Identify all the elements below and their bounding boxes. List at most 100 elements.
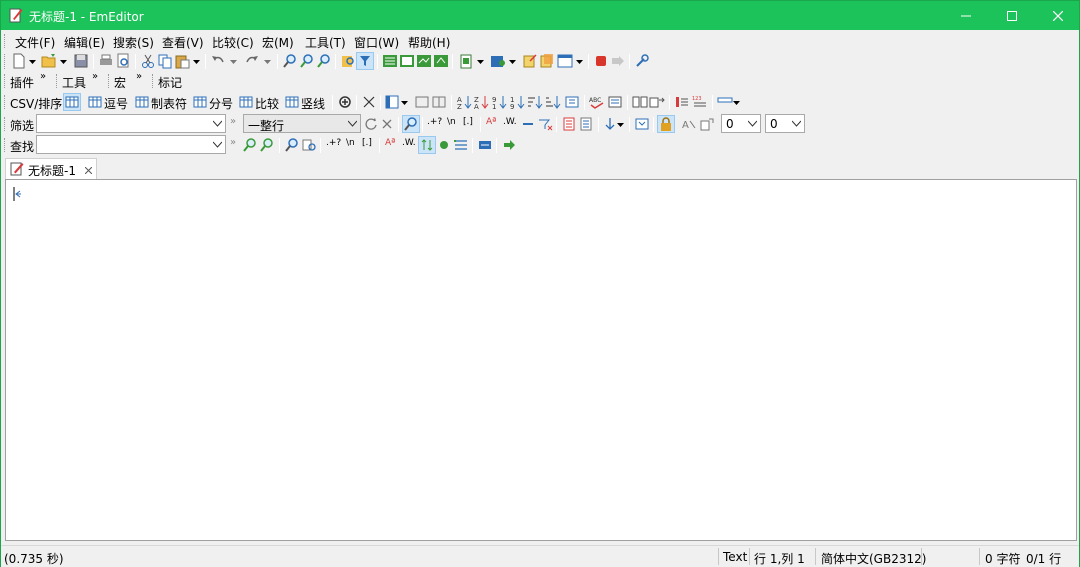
match-case-icon[interactable]: Aª	[385, 138, 395, 148]
menu-search[interactable]: 搜索(S)	[113, 34, 154, 51]
add-column-icon[interactable]	[337, 94, 353, 110]
chevron-down-icon[interactable]	[792, 120, 801, 128]
escape-sequence-icon[interactable]: \n	[346, 138, 355, 148]
toolbar-grip[interactable]	[56, 74, 59, 88]
delete-column-icon[interactable]	[361, 94, 377, 110]
toolbar-grip[interactable]	[4, 54, 7, 69]
spell-check-icon[interactable]: ABC	[589, 94, 605, 110]
status-position[interactable]: 行 1,列 1	[754, 550, 805, 567]
clear-filter-icon[interactable]	[379, 116, 395, 132]
chevron-more-icon[interactable]: »	[92, 71, 98, 82]
undo-dropdown-icon[interactable]	[230, 53, 237, 69]
save-icon[interactable]	[73, 53, 89, 69]
find-in-files-icon[interactable]	[340, 53, 356, 69]
tools-toolbar-label[interactable]: 工具	[62, 74, 86, 91]
list-icon[interactable]	[453, 137, 469, 153]
redo-dropdown-icon[interactable]	[264, 53, 271, 69]
status-mode[interactable]: Text	[723, 550, 747, 564]
ruler-icon[interactable]	[717, 94, 733, 110]
minimize-button[interactable]	[943, 1, 989, 30]
close-tab-icon[interactable]	[85, 167, 92, 174]
csv-sort-label[interactable]: CSV/排序	[10, 95, 62, 112]
title-bar[interactable]: 无标题-1 - EmEditor	[1, 1, 1079, 30]
grid-icon[interactable]	[192, 94, 208, 110]
filter-options-icon[interactable]	[634, 116, 650, 132]
find-all-icon[interactable]	[284, 137, 300, 153]
sort-length-descending-icon[interactable]	[545, 94, 561, 110]
semicolon-csv-label[interactable]: 分号	[209, 95, 233, 112]
paste-dropdown-icon[interactable]	[193, 53, 200, 69]
line-numbers-icon[interactable]	[674, 94, 690, 110]
sort-numeric-ascending-icon[interactable]: 91	[491, 94, 507, 110]
browser-dropdown-icon[interactable]	[509, 53, 516, 69]
workspace-icon[interactable]	[399, 53, 415, 69]
window-icon[interactable]	[557, 53, 573, 69]
font-icon[interactable]: A	[681, 116, 697, 132]
chevron-more-icon[interactable]: »	[230, 116, 236, 127]
chevron-down-icon[interactable]	[748, 120, 757, 128]
sync-scroll-icon[interactable]	[649, 94, 665, 110]
chevron-more-icon[interactable]: »	[136, 71, 142, 82]
chevron-down-icon[interactable]	[213, 141, 222, 149]
extract-icon[interactable]	[699, 116, 715, 132]
new-file-icon[interactable]	[11, 53, 27, 69]
run-macro-icon[interactable]	[610, 53, 626, 69]
explorer-icon[interactable]	[416, 53, 432, 69]
match-case-icon[interactable]: Aª	[486, 117, 496, 127]
close-button[interactable]	[1035, 1, 1080, 30]
grid-icon[interactable]	[134, 94, 150, 110]
redo-icon[interactable]	[244, 53, 260, 69]
grid-icon[interactable]	[238, 94, 254, 110]
window-dropdown-icon[interactable]	[576, 53, 583, 69]
regex-bracket-icon[interactable]: [.]	[362, 138, 372, 148]
find-next-icon[interactable]	[259, 137, 275, 153]
find-previous-icon[interactable]	[316, 53, 332, 69]
open-file-icon[interactable]	[41, 53, 57, 69]
arrow-down-icon[interactable]	[602, 116, 618, 132]
escape-sequence-icon[interactable]: \n	[447, 117, 456, 127]
menu-file[interactable]: 文件(F)	[15, 34, 55, 51]
paste-icon[interactable]	[174, 53, 190, 69]
abc-box-icon[interactable]	[607, 94, 623, 110]
filter-mode-select[interactable]: 一整行	[243, 114, 361, 133]
split-csv-icon[interactable]	[431, 94, 447, 110]
columns-icon[interactable]	[385, 94, 401, 110]
menu-window[interactable]: 窗口(W)	[354, 34, 399, 51]
copy-icon[interactable]	[157, 53, 173, 69]
regex-bracket-icon[interactable]: [.]	[463, 117, 473, 127]
context-before-select[interactable]: 0	[721, 114, 761, 133]
toolbar-grip[interactable]	[4, 74, 7, 88]
sort-descending-icon[interactable]: ZA	[473, 94, 489, 110]
whole-word-icon[interactable]: .W.	[503, 117, 517, 127]
outline-icon[interactable]	[382, 53, 398, 69]
new-dropdown-icon[interactable]	[29, 53, 36, 69]
customize-icon[interactable]	[634, 53, 650, 69]
sort-length-ascending-icon[interactable]	[527, 94, 543, 110]
numbering-icon[interactable]: 123	[692, 94, 708, 110]
highlight-icon[interactable]	[436, 137, 452, 153]
toolbar-grip[interactable]	[108, 74, 111, 88]
plugins-toolbar-label[interactable]: 插件	[10, 74, 34, 91]
ruler-dropdown-icon[interactable]	[733, 94, 740, 110]
direction-dropdown-icon[interactable]	[617, 116, 624, 132]
whole-word-icon[interactable]: .W.	[402, 138, 416, 148]
editor-area[interactable]	[5, 179, 1077, 541]
open-dropdown-icon[interactable]	[60, 53, 67, 69]
grid-icon[interactable]	[284, 94, 300, 110]
comma-csv-label[interactable]: 逗号	[104, 95, 128, 112]
toolbar-grip[interactable]	[4, 95, 7, 109]
menu-help[interactable]: 帮助(H)	[408, 34, 450, 51]
clipboard-dropdown-icon[interactable]	[477, 53, 484, 69]
macro-icon[interactable]	[522, 53, 538, 69]
sort-numeric-descending-icon[interactable]: 19	[509, 94, 525, 110]
menu-macros[interactable]: 宏(M)	[262, 34, 294, 51]
menu-grip[interactable]	[4, 34, 7, 48]
chevron-down-icon[interactable]	[348, 120, 357, 128]
macro-select-icon[interactable]	[539, 53, 555, 69]
document-icon[interactable]	[578, 116, 594, 132]
context-after-select[interactable]: 0	[765, 114, 805, 133]
regex-wildcard-icon[interactable]: .+?	[427, 117, 442, 127]
toolbar-grip[interactable]	[4, 117, 7, 131]
find-icon[interactable]	[282, 53, 298, 69]
advanced-sort-icon[interactable]	[564, 94, 580, 110]
